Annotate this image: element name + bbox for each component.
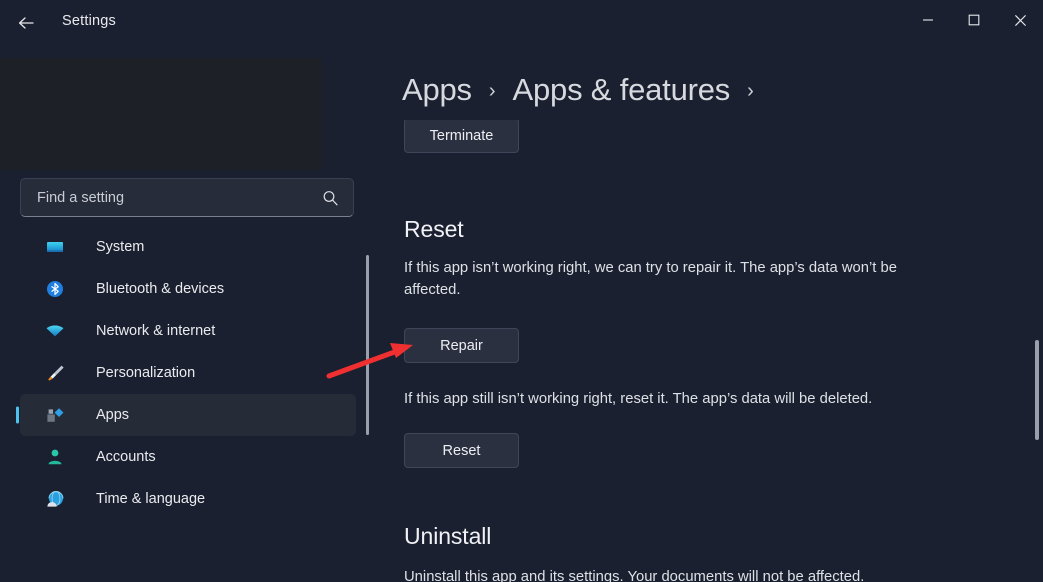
window-controls (905, 0, 1043, 40)
breadcrumb: Apps › Apps & features › (402, 72, 771, 108)
maximize-icon (968, 14, 980, 26)
repair-description: If this app isn’t working right, we can … (404, 260, 897, 299)
sidebar-item-time-language[interactable]: Time & language (20, 478, 356, 520)
apps-icon (44, 404, 66, 426)
sidebar-item-label: System (96, 239, 145, 255)
sidebar-item-network-internet[interactable]: Network & internet (20, 310, 356, 352)
wifi-icon (44, 320, 66, 342)
sidebar-item-apps[interactable]: Apps (16, 394, 356, 436)
uninstall-description: Uninstall this app and its settings. You… (404, 569, 865, 582)
close-icon (1014, 14, 1026, 26)
chevron-right-icon: › (488, 80, 496, 102)
breadcrumb-item-apps-features[interactable]: Apps & features (513, 72, 731, 108)
reset-description: If this app still isn’t working right, r… (404, 391, 873, 407)
sidebar-item-label: Bluetooth & devices (96, 281, 225, 297)
window-title: Settings (62, 13, 116, 29)
sidebar-item-label: Personalization (96, 365, 196, 381)
monitor-icon (44, 236, 66, 258)
minimize-button[interactable] (905, 0, 951, 40)
bluetooth-icon (44, 278, 66, 300)
terminate-button[interactable]: Terminate (404, 120, 519, 153)
maximize-button[interactable] (951, 0, 997, 40)
main-content: Terminate Reset If this app isn’t workin… (378, 120, 1043, 582)
search-placeholder: Find a setting (37, 189, 125, 206)
paintbrush-icon (44, 362, 66, 384)
sidebar: Find a setting System Bluetooth & device… (0, 170, 378, 582)
sidebar-scrollbar[interactable] (366, 255, 369, 435)
search-icon[interactable] (322, 189, 339, 206)
sidebar-item-label: Network & internet (96, 323, 216, 339)
sidebar-item-label: Accounts (96, 449, 156, 465)
reset-button[interactable]: Reset (404, 433, 519, 468)
uninstall-section-heading: Uninstall (404, 523, 492, 549)
person-icon (44, 446, 66, 468)
profile-panel (0, 58, 322, 170)
main-scrollbar-thumb[interactable] (1035, 340, 1039, 440)
repair-button[interactable]: Repair (404, 328, 519, 363)
sidebar-item-label: Apps (96, 407, 130, 423)
close-button[interactable] (997, 0, 1043, 40)
selection-accent (16, 406, 19, 424)
breadcrumb-item-apps[interactable]: Apps (402, 72, 472, 108)
chevron-right-icon-2: › (747, 80, 754, 102)
back-arrow-icon (18, 17, 34, 29)
back-button[interactable] (8, 6, 44, 40)
title-bar: Settings (0, 0, 1043, 46)
sidebar-item-bluetooth-devices[interactable]: Bluetooth & devices (20, 268, 356, 310)
sidebar-item-label: Time & language (96, 491, 206, 507)
reset-section-heading: Reset (404, 216, 464, 242)
settings-window: Settings Apps › Apps & features › Find a… (0, 0, 1043, 582)
globe-clock-icon (44, 488, 66, 510)
sidebar-item-system[interactable]: System (20, 226, 356, 268)
minimize-icon (923, 19, 933, 21)
sidebar-item-personalization[interactable]: Personalization (20, 352, 356, 394)
sidebar-item-accounts[interactable]: Accounts (20, 436, 356, 478)
search-input[interactable]: Find a setting (20, 178, 354, 217)
sidebar-nav-list: System Bluetooth & devices Network & int… (0, 226, 378, 520)
